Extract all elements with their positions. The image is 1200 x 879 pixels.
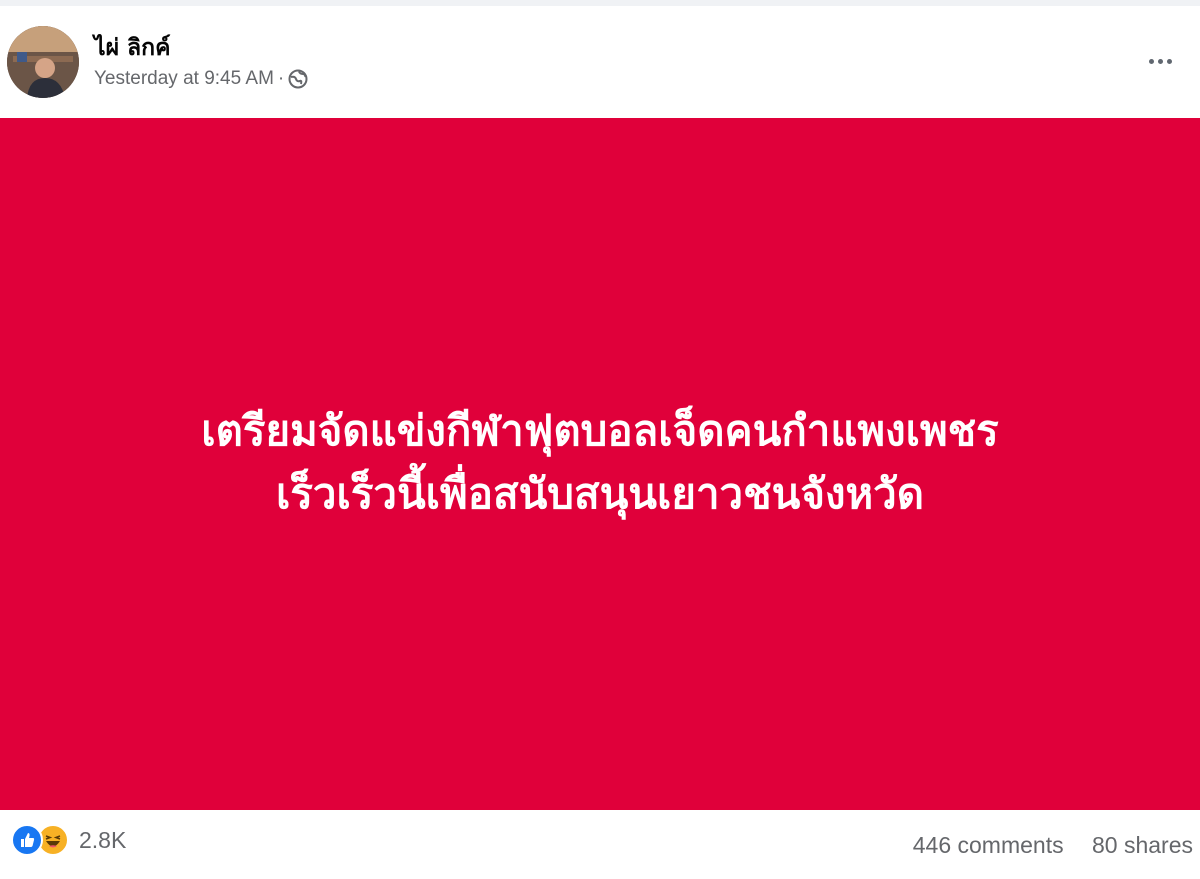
more-dot — [1166, 58, 1172, 64]
post-meta: Yesterday at 9:45 AM · — [94, 68, 308, 90]
post-header: ไผ่ ลิกค์ Yesterday at 9:45 AM · — [0, 6, 1200, 118]
banner-text: เตรียมจัดแข่งกีฬาฟุตบอลเจ็ดคนกำแพงเพชร เ… — [201, 399, 998, 525]
shares-count-link[interactable]: 80 shares — [1092, 832, 1193, 858]
more-options-button[interactable] — [1140, 46, 1180, 76]
like-icon — [11, 824, 43, 856]
post-stats: 2.8K 446 comments 80 shares — [0, 810, 1200, 879]
banner-line-1: เตรียมจัดแข่งกีฬาฟุตบอลเจ็ดคนกำแพงเพชร — [201, 405, 999, 455]
avatar-photo — [7, 26, 79, 98]
more-dot — [1157, 58, 1163, 64]
post-card: ไผ่ ลิกค์ Yesterday at 9:45 AM · เตรียมจ… — [0, 6, 1200, 879]
author-name[interactable]: ไผ่ ลิกค์ — [94, 30, 170, 66]
reactions-summary[interactable]: 2.8K — [11, 824, 126, 856]
banner-line-2: เร็วเร็วนี้เพื่อสนับสนุนเยาวชนจังหวัด — [275, 468, 925, 518]
post-timestamp[interactable]: Yesterday at 9:45 AM — [94, 68, 274, 90]
meta-separator: · — [277, 68, 285, 89]
globe-icon[interactable] — [288, 69, 308, 89]
comments-count-link[interactable]: 446 comments — [913, 832, 1064, 858]
author-avatar[interactable] — [7, 26, 79, 98]
post-banner[interactable]: เตรียมจัดแข่งกีฬาฟุตบอลเจ็ดคนกำแพงเพชร เ… — [0, 118, 1200, 810]
reaction-count: 2.8K — [79, 826, 127, 853]
engagement-counts: 446 comments 80 shares — [913, 832, 1193, 859]
more-horizontal-icon — [1148, 58, 1154, 64]
